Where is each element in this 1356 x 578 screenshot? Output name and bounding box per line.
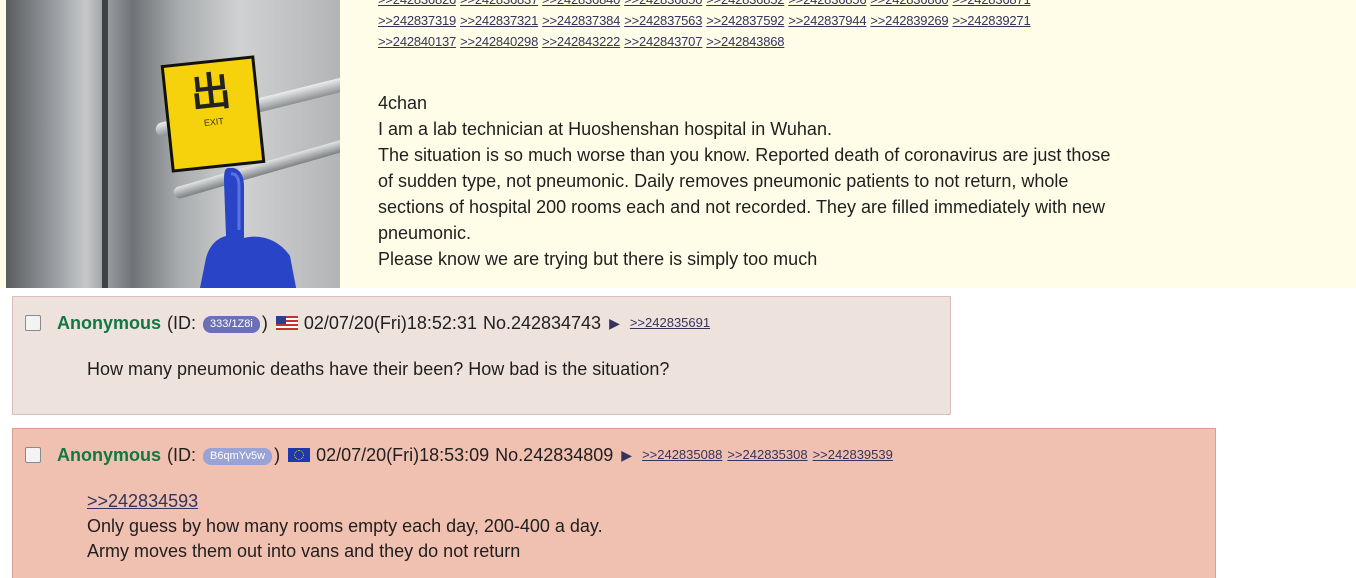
post-number[interactable]: No.242834743 xyxy=(483,311,601,335)
poster-name: Anonymous xyxy=(57,313,162,333)
backlink[interactable]: >>242837563 xyxy=(624,13,702,28)
backlinks-row: >>242836826 >>242836837 >>242836840 >>24283… xyxy=(378,0,1353,10)
reply-backlink[interactable]: >>242835308 xyxy=(727,443,807,467)
backlink[interactable]: >>242837384 xyxy=(542,13,620,28)
post-checkbox[interactable] xyxy=(25,447,41,463)
reply-post: Anonymous (ID: 333/1Z8i) 02/07/20(Fri)18… xyxy=(12,296,951,415)
backlink[interactable]: >>242837592 xyxy=(706,13,784,28)
post-datetime: 02/07/20(Fri)18:52:31 xyxy=(303,313,477,333)
us-flag-icon xyxy=(275,316,298,330)
op-post: 出 EXIT >>242836826 >>242836837 >>242836840… xyxy=(0,0,1356,288)
backlink[interactable]: >>242839269 xyxy=(870,13,948,28)
backlinks: >>242836826 >>242836837 >>242836840 >>24283… xyxy=(378,0,1353,52)
post-message: How many pneumonic deaths have their bee… xyxy=(87,357,669,382)
menu-arrow-icon[interactable]: ▶ xyxy=(609,311,620,335)
quote-link[interactable]: >>242834593 xyxy=(87,491,198,511)
backlink[interactable]: >>242836837 xyxy=(460,0,538,7)
backlink[interactable]: >>242837319 xyxy=(378,13,456,28)
poster-id: (ID: 333/1Z8i) xyxy=(167,311,268,335)
backlinks-row: >>242840137 >>242840298 >>242843222 >>24284… xyxy=(378,31,1353,52)
backlink[interactable]: >>242843707 xyxy=(624,34,702,49)
op-line: of sudden type, not pneumonic. Daily rem… xyxy=(378,171,1069,191)
backlink[interactable]: >>242839271 xyxy=(952,13,1030,28)
op-image[interactable]: 出 EXIT xyxy=(6,0,340,288)
post-header: Anonymous (ID: 333/1Z8i) 02/07/20(Fri)18… xyxy=(25,311,715,335)
op-line: pneumonic. xyxy=(378,223,472,243)
backlink[interactable]: >>242840298 xyxy=(460,34,538,49)
poster-id-suffix: ) xyxy=(274,445,281,465)
message-line: Army moves them out into vans and they d… xyxy=(87,541,521,561)
backlink[interactable]: >>242840137 xyxy=(378,34,456,49)
menu-arrow-icon[interactable]: ▶ xyxy=(621,443,632,467)
backlink[interactable]: >>242836840 xyxy=(542,0,620,7)
op-line: The situation is so much worse than you … xyxy=(378,145,1111,165)
backlink[interactable]: >>242837321 xyxy=(460,13,538,28)
exit-sign-text: EXIT xyxy=(203,115,225,128)
backlinks-row: >>242837319 >>242837321 >>242837384 >>24283… xyxy=(378,10,1353,31)
backlink[interactable]: >>242836871 xyxy=(952,0,1030,7)
reply-backlink[interactable]: >>242839539 xyxy=(813,443,893,467)
reply-backlink[interactable]: >>242835088 xyxy=(642,443,722,467)
door-edge xyxy=(102,0,108,288)
reply-backlink[interactable]: >>242835691 xyxy=(630,311,710,335)
post-header: Anonymous (ID: B6qmYv5w) 02/07/20(Fri)18… xyxy=(25,443,898,467)
backlink[interactable]: >>242836850 xyxy=(624,0,702,7)
backlink[interactable]: >>242836856 xyxy=(788,0,866,7)
op-line: I am a lab technician at Huoshenshan hos… xyxy=(378,119,832,139)
backlink[interactable]: >>242837944 xyxy=(788,13,866,28)
poster-id: (ID: B6qmYv5w) xyxy=(167,443,280,467)
poster-id-suffix: ) xyxy=(261,313,268,333)
poster-id-badge[interactable]: 333/1Z8i xyxy=(203,315,260,333)
poster-name: Anonymous xyxy=(57,445,162,465)
post-message: >>242834593 Only guess by how many rooms… xyxy=(87,489,603,564)
exit-sign: 出 EXIT xyxy=(160,55,266,173)
backlink[interactable]: >>242836826 xyxy=(378,0,456,7)
eu-flag-icon xyxy=(288,448,311,462)
poster-id-prefix: (ID: xyxy=(167,313,197,333)
backlink[interactable]: >>242843222 xyxy=(542,34,620,49)
backlink[interactable]: >>242836860 xyxy=(870,0,948,7)
poster-id-badge[interactable]: B6qmYv5w xyxy=(203,447,273,465)
poster-id-prefix: (ID: xyxy=(167,445,197,465)
blue-glove-hand xyxy=(200,168,297,288)
op-line: 4chan xyxy=(378,93,428,113)
exit-sign-glyph: 出 xyxy=(188,68,234,119)
reply-post: Anonymous (ID: B6qmYv5w) 02/07/20(Fri)18… xyxy=(12,428,1216,578)
post-number[interactable]: No.242834809 xyxy=(495,443,613,467)
op-line: sections of hospital 200 rooms each and … xyxy=(378,197,1106,217)
post-checkbox[interactable] xyxy=(25,315,41,331)
op-line: Please know we are trying but there is s… xyxy=(378,249,818,269)
op-message: 4chan I am a lab technician at Huoshensh… xyxy=(378,90,1353,272)
backlink[interactable]: >>242836852 xyxy=(706,0,784,7)
post-datetime: 02/07/20(Fri)18:53:09 xyxy=(316,445,490,465)
message-line: How many pneumonic deaths have their bee… xyxy=(87,359,670,379)
backlink[interactable]: >>242843868 xyxy=(706,34,784,49)
message-line: Only guess by how many rooms empty each … xyxy=(87,516,603,536)
